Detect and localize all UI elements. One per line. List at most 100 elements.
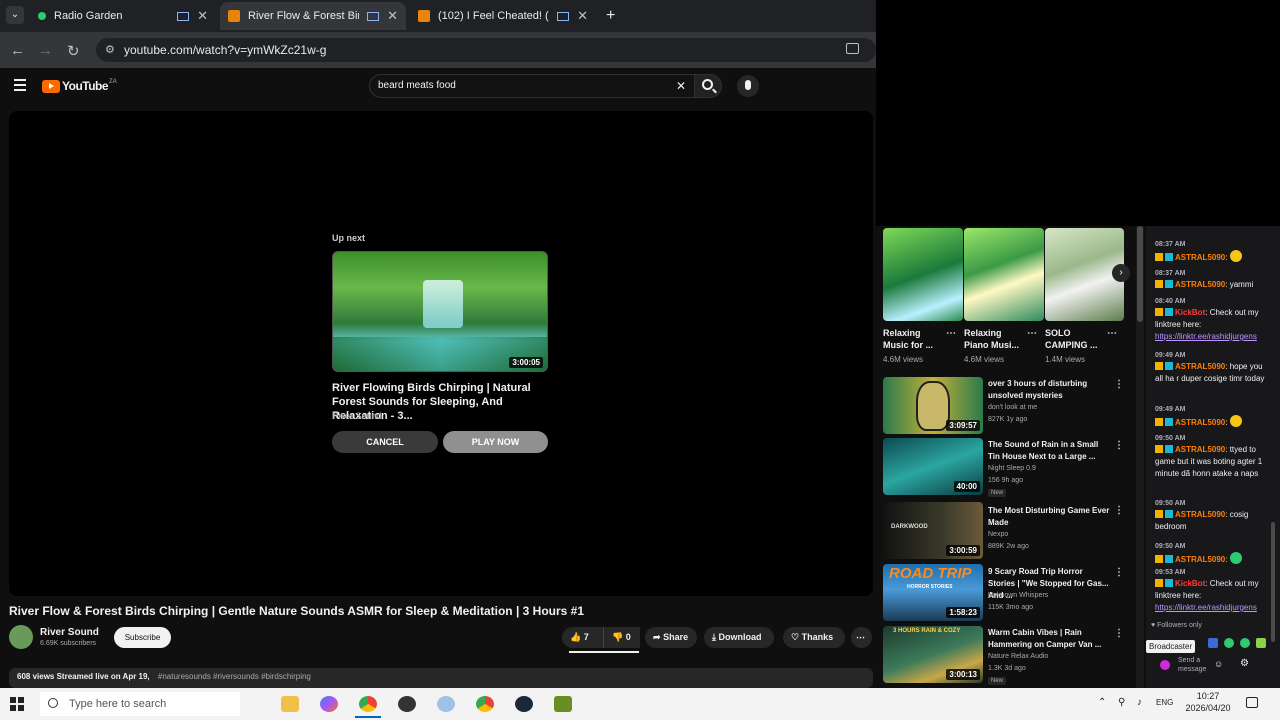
back-icon[interactable]: ←	[10, 42, 25, 59]
crown-badge-icon	[1155, 362, 1163, 370]
close-tab-icon[interactable]: ✕	[197, 8, 208, 24]
chat-username[interactable]: KickBot	[1175, 308, 1205, 317]
more-icon[interactable]: ⋯	[946, 328, 956, 339]
rec-channel[interactable]: Night Sleep 0.9	[988, 465, 1036, 472]
sub-badge-icon	[1165, 445, 1173, 453]
search-button[interactable]	[694, 74, 722, 98]
shelf-title[interactable]: Relaxing Music for ...	[883, 327, 943, 351]
more-icon[interactable]: ⋮	[1114, 440, 1124, 451]
channel-name[interactable]: River Sound	[40, 627, 99, 638]
more-icon[interactable]: ⋯	[1027, 328, 1037, 339]
thumb-text: 3 HOURS RAIN & COZY	[893, 628, 961, 634]
rec-title[interactable]: The Most Disturbing Game Ever Made	[988, 505, 1110, 529]
shelf-thumbnail[interactable]	[883, 228, 963, 321]
reload-icon[interactable]: ↻	[67, 42, 80, 60]
chat-settings-icon[interactable]: ⚙	[1240, 658, 1249, 669]
language-indicator[interactable]: ENG	[1156, 698, 1173, 707]
shelf-title[interactable]: SOLO CAMPING ...	[1045, 327, 1105, 351]
menu-icon[interactable]	[14, 79, 26, 91]
chat-link[interactable]: https://linktr.ee/rashidjurgens	[1155, 332, 1257, 341]
rec-channel[interactable]: don't look at me	[988, 404, 1037, 411]
clear-search-icon[interactable]: ✕	[676, 75, 686, 97]
share-button[interactable]: ➦ Share	[645, 627, 697, 648]
tray-chevron-icon[interactable]: ⌃	[1098, 697, 1106, 708]
chat-username[interactable]: ASTRAL5090	[1175, 280, 1225, 289]
close-tab-icon[interactable]: ✕	[577, 8, 588, 24]
chat-username[interactable]: ASTRAL5090	[1175, 362, 1225, 371]
rec-channel[interactable]: Nature Relax Audio	[988, 653, 1048, 660]
play-now-button[interactable]: PLAY NOW	[443, 431, 548, 453]
chat-username[interactable]: ASTRAL5090	[1175, 253, 1225, 262]
rec-thumbnail[interactable]: ROAD TRIP HORROR STORIES 1:58:23	[883, 564, 983, 621]
shelf-title[interactable]: Relaxing Piano Musi...	[964, 327, 1024, 351]
chat-username[interactable]: ASTRAL5090	[1175, 555, 1225, 564]
chat-username[interactable]: ASTRAL5090	[1175, 445, 1225, 454]
voice-search-button[interactable]	[737, 75, 759, 97]
site-info-icon[interactable]: ⚙	[105, 38, 115, 62]
minecraft-icon[interactable]	[554, 696, 572, 712]
chat-username[interactable]: ASTRAL5090	[1175, 510, 1225, 519]
rec-thumbnail[interactable]: 3 HOURS RAIN & COZY 3:00:13	[883, 626, 983, 683]
new-tab-button[interactable]: +	[606, 7, 615, 25]
download-button[interactable]: ⤓ Download	[704, 627, 774, 648]
more-actions-button[interactable]: ⋯	[851, 627, 872, 648]
search-input[interactable]: beard meats food ✕	[369, 74, 695, 98]
description-tags[interactable]: #naturesounds #riversounds #birdschirpin…	[158, 672, 311, 681]
clock[interactable]: 10:27 2026/04/20	[1184, 690, 1232, 714]
shelf-next-button[interactable]: ›	[1112, 264, 1130, 282]
more-icon[interactable]: ⋮	[1114, 567, 1124, 578]
tab-river-flow[interactable]: River Flow & Forest Birds C ✕	[220, 2, 406, 30]
youtube-play-icon	[42, 79, 60, 93]
rec-thumbnail[interactable]: 40:00	[883, 438, 983, 495]
description-box[interactable]: 608 views Streamed live on Apr 19, #natu…	[9, 668, 873, 688]
channel-avatar[interactable]	[9, 625, 33, 649]
install-app-icon[interactable]	[846, 43, 859, 54]
chat-input[interactable]: Send a message ☺	[1156, 654, 1230, 678]
shelf-thumbnail[interactable]	[964, 228, 1044, 321]
rec-thumbnail[interactable]: DARKWOOD 3:00:59	[883, 502, 983, 559]
chat-username[interactable]: ASTRAL5090	[1175, 418, 1225, 427]
rec-thumbnail[interactable]: 3:09:57	[883, 377, 983, 434]
download-icon: ⤓	[712, 632, 716, 642]
subscribe-button[interactable]: Subscribe	[114, 627, 171, 648]
cancel-button[interactable]: CANCEL	[332, 431, 438, 453]
emoji-icon[interactable]: ☺	[1214, 659, 1223, 669]
rec-title[interactable]: over 3 hours of disturbing unsolved myst…	[988, 378, 1110, 402]
more-icon[interactable]: ⋮	[1114, 379, 1124, 390]
chrome-profile-icon[interactable]	[476, 696, 494, 712]
more-icon[interactable]: ⋮	[1114, 628, 1124, 639]
chat-username[interactable]: KickBot	[1175, 579, 1205, 588]
chat-link[interactable]: https://linktr.ee/rashidjurgens	[1155, 603, 1257, 612]
file-explorer-icon[interactable]	[281, 696, 299, 712]
upnext-channel[interactable]: River Sound	[332, 411, 382, 421]
thanks-button[interactable]: ♡ Thanks	[783, 627, 845, 648]
wifi-icon[interactable]: ⚲	[1118, 697, 1125, 708]
start-icon[interactable]	[10, 697, 24, 711]
rec-channel[interactable]: Unknown Whispers	[988, 592, 1048, 599]
taskbar-search[interactable]: Type here to search	[40, 692, 240, 716]
crown-badge-icon	[1155, 445, 1163, 453]
address-bar[interactable]: ⚙ youtube.com/watch?v=ymWkZc21w-g	[96, 38, 876, 62]
copilot-icon[interactable]	[320, 696, 338, 712]
upnext-thumbnail[interactable]: 3:00:05	[332, 251, 548, 372]
close-tab-icon[interactable]: ✕	[387, 8, 398, 24]
rec-title[interactable]: The Sound of Rain in a Small Tin House N…	[988, 439, 1110, 463]
rec-title[interactable]: Warm Cabin Vibes | Rain Hammering on Cam…	[988, 627, 1110, 651]
tab-i-feel-cheated[interactable]: (102) I Feel Cheated! (Lee Ju ✕	[410, 2, 596, 30]
chat-scrollbar[interactable]	[1270, 226, 1276, 686]
tab-search-button[interactable]: ⌄	[6, 6, 24, 24]
snipping-tool-icon[interactable]	[437, 696, 455, 712]
dislike-button[interactable]: 👎 0	[603, 627, 640, 648]
youtube-logo[interactable]: YouTube ZA	[42, 79, 117, 93]
chrome-icon[interactable]	[359, 696, 377, 712]
more-icon[interactable]: ⋯	[1107, 328, 1117, 339]
more-icon[interactable]: ⋮	[1114, 505, 1124, 516]
rec-channel[interactable]: Nexpo	[988, 531, 1008, 538]
notifications-icon[interactable]	[1246, 697, 1258, 708]
obs-icon[interactable]	[398, 696, 416, 712]
scrollbar[interactable]	[1136, 226, 1144, 688]
volume-icon[interactable]: ♪	[1137, 697, 1142, 708]
tab-radio-garden[interactable]: Radio Garden ✕	[30, 2, 216, 30]
forward-icon[interactable]: →	[38, 42, 53, 59]
steam-icon[interactable]	[515, 696, 533, 712]
